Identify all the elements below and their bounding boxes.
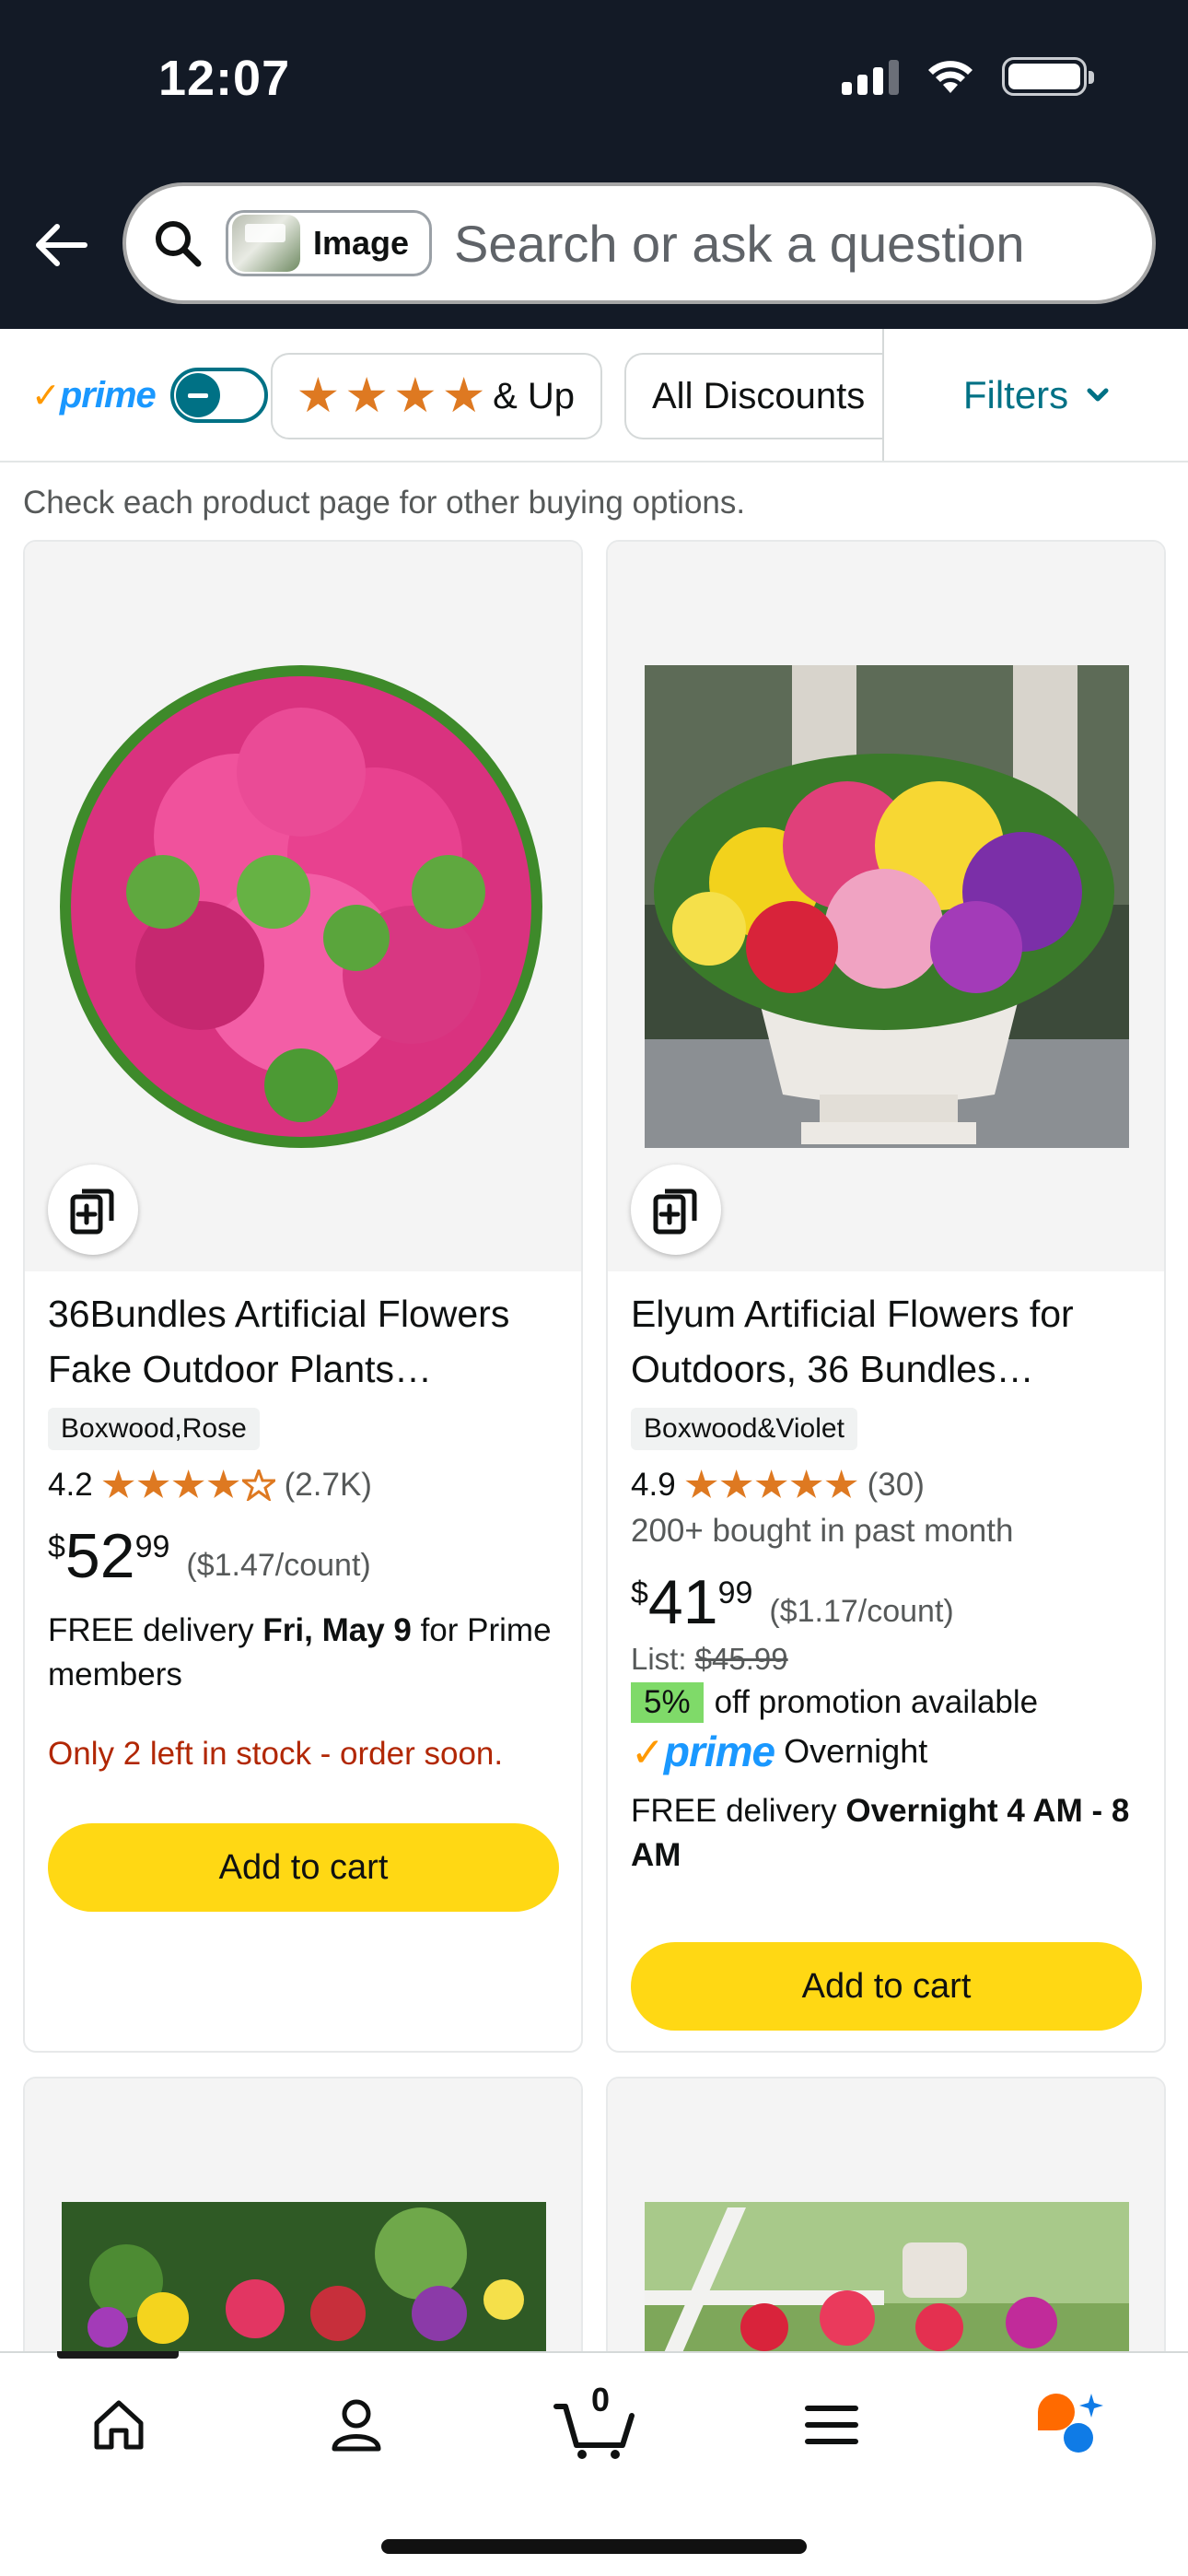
cellular-signal-icon <box>842 58 899 95</box>
star-icon <box>137 1469 169 1498</box>
filters-label: Filters <box>962 372 1069 416</box>
nav-cart[interactable]: 0 <box>543 2379 645 2471</box>
rating-stars <box>102 1469 275 1501</box>
search-bar[interactable]: Image Search or ask a question <box>122 182 1156 304</box>
star-icon <box>347 377 386 413</box>
product-info: Elyum Artificial Flowers for Outdoors, 3… <box>631 1286 1144 1878</box>
discounts-chip-label: All Discounts <box>652 375 866 416</box>
nav-rufus[interactable] <box>1019 2379 1120 2471</box>
search-icon[interactable] <box>152 217 204 269</box>
list-price: List: $45.99 <box>631 1642 788 1676</box>
nav-menu[interactable] <box>781 2379 882 2471</box>
home-icon <box>94 2400 144 2450</box>
promotion[interactable]: 5% off promotion available <box>631 1682 1144 1723</box>
rating-row[interactable]: 4.2 (2.7K) <box>48 1467 561 1504</box>
menu-icon <box>805 2406 858 2444</box>
variant-badge: Boxwood&Violet <box>631 1408 857 1450</box>
star-icon <box>720 1469 752 1498</box>
delivery-info: FREE delivery Overnight 4 AM - 8 AM <box>631 1793 1130 1873</box>
prime-logo: ✓prime <box>31 374 157 416</box>
app-root: 12:07 Image Search or ask a question ✓pr… <box>0 0 1188 2576</box>
product-card[interactable]: 36Bundles Artificial Flowers Fake Outdoo… <box>23 540 583 2053</box>
star-icon <box>755 1469 787 1498</box>
review-count: (30) <box>867 1467 925 1503</box>
star-icon <box>825 1469 857 1498</box>
image-thumbnail <box>232 215 300 272</box>
filter-bar: ✓prime & Up All Discounts Filters <box>0 329 1188 463</box>
price: $ 52 99 ($1.47/count) <box>48 1521 371 1591</box>
prime-toggle-switch[interactable] <box>169 368 268 423</box>
star-icon <box>172 1469 204 1498</box>
product-title[interactable]: 36Bundles Artificial Flowers Fake Outdoo… <box>48 1286 561 1397</box>
star-icon <box>207 1469 239 1498</box>
top-header: 12:07 Image Search or ask a question <box>0 0 1188 329</box>
status-icons <box>842 57 1094 96</box>
star-icon <box>685 1469 717 1498</box>
filters-button[interactable]: Filters <box>882 329 1188 461</box>
star-icon <box>790 1469 822 1498</box>
stars-chip-label: & Up <box>493 375 575 416</box>
product-image[interactable] <box>608 542 1164 1271</box>
image-chip-label: Image <box>313 224 410 262</box>
four-stars-up-chip[interactable]: & Up <box>271 353 602 439</box>
unit-price: ($1.47/count) <box>186 1548 371 1583</box>
compare-icon <box>653 1188 697 1235</box>
stock-warning: Only 2 left in stock - order soon. <box>48 1736 504 1772</box>
compare-button[interactable] <box>48 1165 138 1255</box>
nav-home[interactable] <box>68 2379 169 2471</box>
wifi-icon <box>928 61 973 93</box>
rufus-icon <box>1038 2394 1103 2453</box>
nav-account[interactable] <box>306 2379 407 2471</box>
all-discounts-chip[interactable]: All Discounts <box>624 353 893 439</box>
rating-value: 4.2 <box>48 1467 93 1503</box>
image-search-chip[interactable]: Image <box>226 210 433 276</box>
rating-stars <box>685 1469 858 1501</box>
flower-planter-image <box>608 542 1164 1271</box>
buying-options-hint: Check each product page for other buying… <box>23 485 746 521</box>
battery-icon <box>1002 57 1094 96</box>
product-title[interactable]: Elyum Artificial Flowers for Outdoors, 3… <box>631 1286 1144 1397</box>
add-to-cart-button[interactable]: Add to cart <box>48 1823 559 1912</box>
empty-star-icon <box>241 1469 275 1501</box>
delivery-info: FREE delivery Fri, May 9 for Prime membe… <box>48 1612 552 1692</box>
variant-badge: Boxwood,Rose <box>48 1408 260 1450</box>
back-arrow-icon[interactable] <box>31 216 90 275</box>
rating-value: 4.9 <box>631 1467 676 1503</box>
price: $ 41 99 ($1.17/count) <box>631 1567 954 1637</box>
star-icon <box>102 1469 134 1498</box>
account-icon <box>332 2399 381 2452</box>
review-count: (2.7K) <box>284 1467 372 1503</box>
home-indicator <box>381 2539 807 2554</box>
flower-bouquet-image <box>25 542 581 1271</box>
promo-badge: 5% <box>631 1682 704 1723</box>
status-time: 12:07 <box>158 51 291 106</box>
product-card[interactable]: Elyum Artificial Flowers for Outdoors, 3… <box>606 540 1166 2053</box>
rating-row[interactable]: 4.9 (30) <box>631 1467 1144 1504</box>
prime-logo: ✓prime <box>631 1727 775 1775</box>
compare-button[interactable] <box>631 1165 721 1255</box>
product-image[interactable] <box>25 542 581 1271</box>
compare-icon <box>70 1188 114 1235</box>
promo-text: off promotion available <box>714 1684 1039 1720</box>
prime-speed: Overnight <box>784 1732 928 1770</box>
star-icon <box>396 377 435 413</box>
product-info: 36Bundles Artificial Flowers Fake Outdoo… <box>48 1286 561 1773</box>
chevron-down-icon <box>1087 388 1109 401</box>
cart-count: 0 <box>591 2381 611 2418</box>
prime-shipping: ✓prime Overnight <box>631 1727 1144 1776</box>
add-to-cart-button[interactable]: Add to cart <box>631 1942 1142 2031</box>
prime-filter-toggle[interactable]: ✓prime <box>31 368 268 423</box>
star-icon <box>445 377 483 413</box>
star-icon <box>298 377 337 413</box>
unit-price: ($1.17/count) <box>769 1594 954 1629</box>
search-input[interactable]: Search or ask a question <box>454 214 1024 274</box>
active-tab-indicator <box>57 2351 179 2359</box>
bought-count: 200+ bought in past month <box>631 1513 1014 1549</box>
